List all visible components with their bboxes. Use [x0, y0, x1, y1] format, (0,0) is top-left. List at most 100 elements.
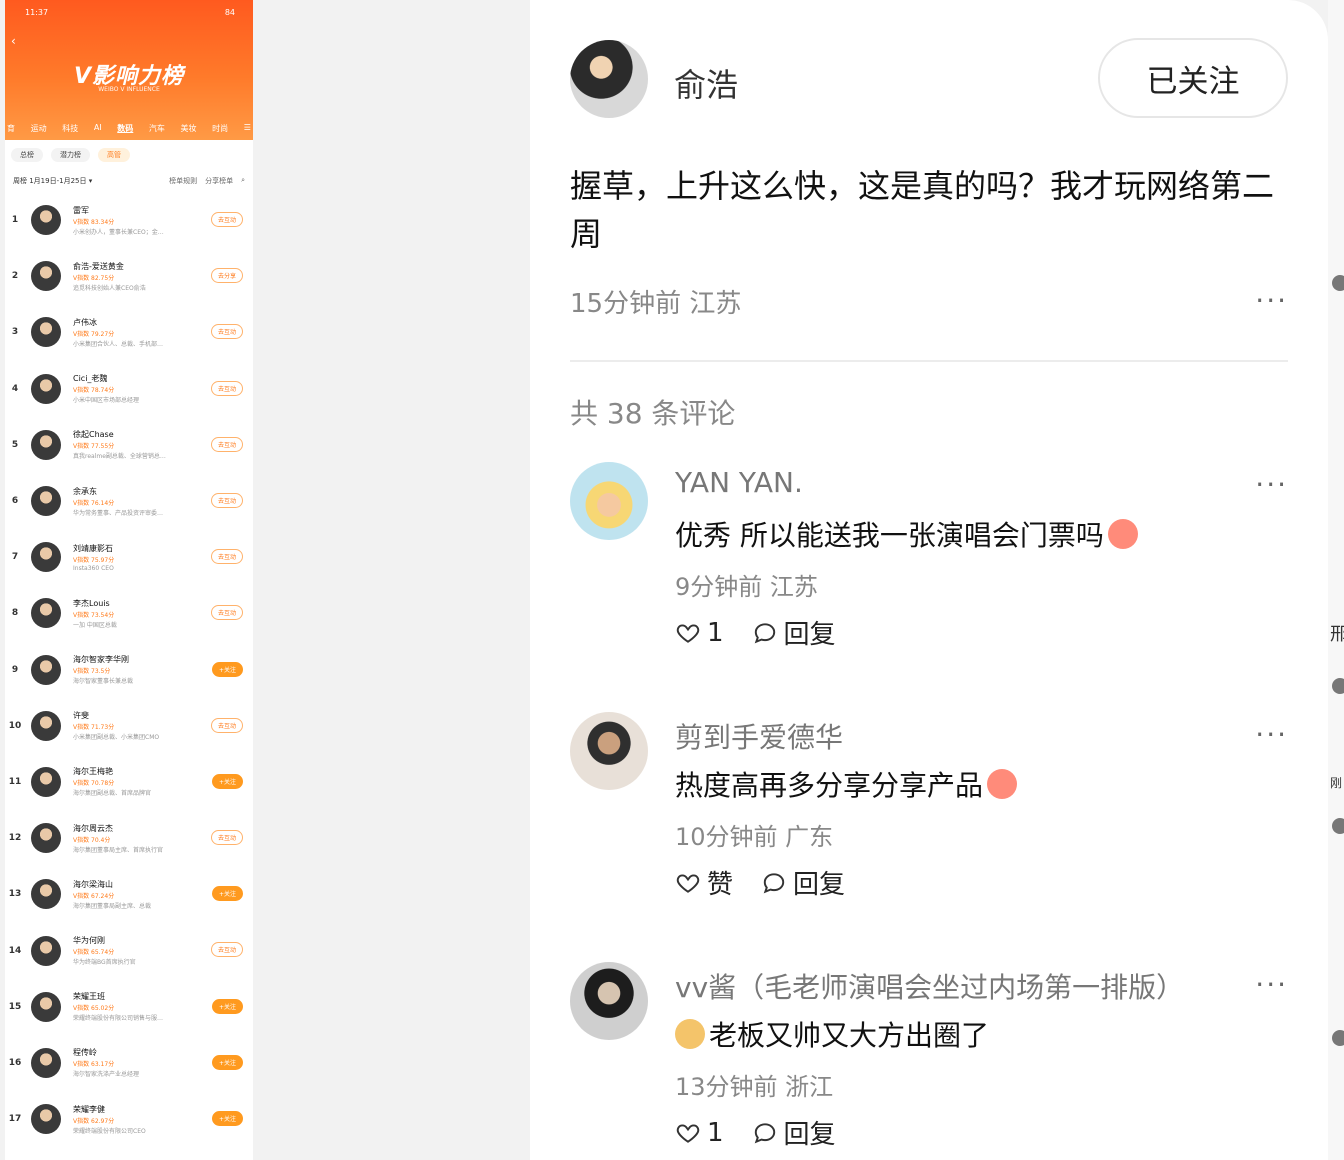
ranking-subtab[interactable]: 总榜	[11, 148, 43, 162]
rank-name[interactable]: 华为何刚	[73, 935, 185, 946]
rank-row[interactable]: 2 俞浩-爱送黄金 V指数 82.75分 追觅科技创始人兼CEO俞浩 去分享	[5, 248, 253, 304]
rank-row[interactable]: 16 程传岭 V指数 63.17分 海尔智家洗涤产业总经理 +关注	[5, 1035, 253, 1091]
rank-avatar[interactable]	[31, 429, 61, 460]
rank-avatar[interactable]	[31, 373, 61, 404]
rank-row[interactable]: 11 海尔王梅艳 V指数 70.78分 海尔集团副总裁、首席品牌官 +关注	[5, 754, 253, 810]
rank-name[interactable]: Cici_老魏	[73, 373, 185, 384]
rank-action-button[interactable]: 去互动	[210, 717, 243, 733]
rank-avatar[interactable]	[31, 991, 61, 1022]
rank-name[interactable]: 程传岭	[73, 1047, 185, 1058]
author-name[interactable]: 俞浩	[674, 60, 738, 106]
rank-name[interactable]: 俞浩-爱送黄金	[73, 261, 185, 272]
rank-avatar[interactable]	[31, 766, 61, 797]
rank-row[interactable]: 17 荣耀李健 V指数 62.97分 荣耀终端股份有限公司CEO +关注	[5, 1091, 253, 1147]
rank-avatar[interactable]	[31, 1047, 61, 1078]
rank-name[interactable]: 卢伟冰	[73, 317, 185, 328]
rank-avatar[interactable]	[31, 710, 61, 741]
ranking-subtab[interactable]: 高管	[98, 148, 130, 162]
rank-avatar[interactable]	[31, 317, 61, 348]
category-tab[interactable]: 汽车	[149, 123, 165, 134]
rank-avatar[interactable]	[31, 823, 61, 854]
rank-row[interactable]: 10 许斐 V指数 71.73分 小米集团副总裁、小米集团CMO 去互动	[5, 698, 253, 754]
rank-avatar[interactable]	[31, 1104, 61, 1135]
rank-row[interactable]: 4 Cici_老魏 V指数 78.74分 小米中国区市场部总经理 去互动	[5, 361, 253, 417]
rank-name[interactable]: 海尔周云杰	[73, 823, 185, 834]
week-filter[interactable]: 周榜 1月19日-1月25日 ▾	[13, 176, 92, 186]
category-tab[interactable]: 科技	[62, 123, 78, 134]
rank-row[interactable]: 15 荣耀王班 V指数 65.02分 荣耀终端股份有限公司销售与服… +关注	[5, 979, 253, 1035]
filter-action[interactable]: 分享榜单	[205, 176, 233, 186]
rank-action-button[interactable]: 去互动	[210, 212, 243, 227]
category-tab[interactable]: 育	[7, 123, 15, 134]
category-tab[interactable]: 时尚	[212, 123, 228, 134]
comment-more-icon[interactable]: ···	[1255, 468, 1288, 501]
rank-row[interactable]: 12 海尔周云杰 V指数 70.4分 海尔集团董事局主席、首席执行官 去互动	[5, 810, 253, 866]
comment-more-icon[interactable]: ···	[1255, 718, 1288, 751]
commenter-avatar[interactable]	[570, 712, 648, 790]
rank-row[interactable]: 1 雷军 V指数 83.34分 小米创办人，董事长兼CEO；金… 去互动	[5, 192, 253, 248]
rank-action-button[interactable]: 去互动	[210, 942, 243, 958]
rank-name[interactable]: 余承东	[73, 486, 185, 497]
rank-avatar[interactable]	[31, 879, 61, 910]
post-more-icon[interactable]: ···	[1255, 284, 1288, 317]
rank-name[interactable]: 许斐	[73, 710, 185, 721]
rank-avatar[interactable]	[31, 261, 61, 292]
commenter-name[interactable]: vv酱（毛老师演唱会坐过内场第一排版）	[675, 966, 1184, 1006]
rank-action-button[interactable]: 去互动	[210, 380, 243, 396]
rank-row[interactable]: 7 刘靖康影石 V指数 75.97分 Insta360 CEO 去互动	[5, 529, 253, 585]
commenter-avatar[interactable]	[570, 962, 648, 1040]
category-tab[interactable]: ☰	[244, 123, 251, 134]
rank-action-button[interactable]: 去互动	[210, 830, 243, 846]
rank-action-button[interactable]: +关注	[211, 998, 243, 1014]
search-icon[interactable]: ⌕	[241, 176, 245, 186]
rank-name[interactable]: 雷军	[73, 205, 185, 216]
commenter-name[interactable]: 剪到手爱德华	[675, 716, 843, 756]
rank-action-button[interactable]: +关注	[211, 1054, 243, 1070]
like-button[interactable]: 赞	[675, 864, 733, 901]
rank-name[interactable]: 海尔智家李华刚	[73, 654, 185, 665]
rank-row[interactable]: 6 余承东 V指数 76.14分 华为常务董事、产品投资评审委… 去互动	[5, 473, 253, 529]
rank-avatar[interactable]	[31, 542, 61, 573]
rank-name[interactable]: 荣耀李健	[73, 1104, 185, 1115]
reply-button[interactable]: 回复	[761, 864, 845, 901]
rank-row[interactable]: 9 海尔智家李华刚 V指数 73.5分 海尔智家董事长兼总裁 +关注	[5, 642, 253, 698]
back-arrow-icon[interactable]: ‹	[11, 34, 16, 48]
reply-button[interactable]: 回复	[752, 614, 836, 651]
rank-name[interactable]: 海尔王梅艳	[73, 766, 185, 777]
rank-action-button[interactable]: +关注	[211, 1111, 243, 1126]
reply-button[interactable]: 回复	[752, 1114, 836, 1151]
rank-action-button[interactable]: +关注	[211, 886, 243, 902]
category-tab[interactable]: 美妆	[181, 123, 197, 134]
rank-row[interactable]: 14 华为何刚 V指数 65.74分 华为终端BG首席执行官 去互动	[5, 922, 253, 978]
rank-action-button[interactable]: 去互动	[210, 605, 243, 621]
rank-action-button[interactable]: 去分享	[210, 268, 243, 284]
category-tab[interactable]: AI	[94, 123, 102, 134]
rank-row[interactable]: 8 李杰Louis V指数 73.54分 一加 中国区总裁 去互动	[5, 585, 253, 641]
category-tab[interactable]: 运动	[31, 123, 47, 134]
rank-name[interactable]: 徐起Chase	[73, 429, 185, 440]
rank-action-button[interactable]: +关注	[211, 773, 243, 789]
rank-avatar[interactable]	[31, 205, 61, 236]
ranking-subtab[interactable]: 潜力榜	[51, 148, 90, 162]
rank-row[interactable]: 13 海尔梁海山 V指数 67.24分 海尔集团董事局副主席、总裁 +关注	[5, 866, 253, 922]
author-avatar[interactable]	[570, 40, 648, 118]
commenter-avatar[interactable]	[570, 462, 648, 540]
category-tab[interactable]: 数码	[117, 123, 133, 134]
rank-row[interactable]: 5 徐起Chase V指数 77.55分 真我realme副总裁、全球营销总… 去互动	[5, 417, 253, 473]
rank-action-button[interactable]: 去互动	[210, 324, 243, 340]
rank-name[interactable]: 李杰Louis	[73, 598, 185, 609]
commenter-name[interactable]: YAN YAN.	[675, 466, 803, 499]
rank-name[interactable]: 海尔梁海山	[73, 879, 185, 890]
rank-avatar[interactable]	[31, 935, 61, 966]
rank-row[interactable]: 3 卢伟冰 V指数 79.27分 小米集团合伙人、总裁、手机部… 去互动	[5, 304, 253, 360]
rank-avatar[interactable]	[31, 654, 61, 685]
filter-action[interactable]: 榜单规则	[169, 176, 197, 186]
rank-action-button[interactable]: 去互动	[210, 436, 243, 452]
rank-avatar[interactable]	[31, 598, 61, 629]
rank-name[interactable]: 刘靖康影石	[73, 543, 185, 554]
rank-action-button[interactable]: 去互动	[210, 492, 243, 508]
rank-name[interactable]: 荣耀王班	[73, 991, 185, 1002]
like-button[interactable]: 1	[675, 614, 724, 651]
like-button[interactable]: 1	[675, 1114, 724, 1151]
comment-more-icon[interactable]: ···	[1255, 968, 1288, 1001]
